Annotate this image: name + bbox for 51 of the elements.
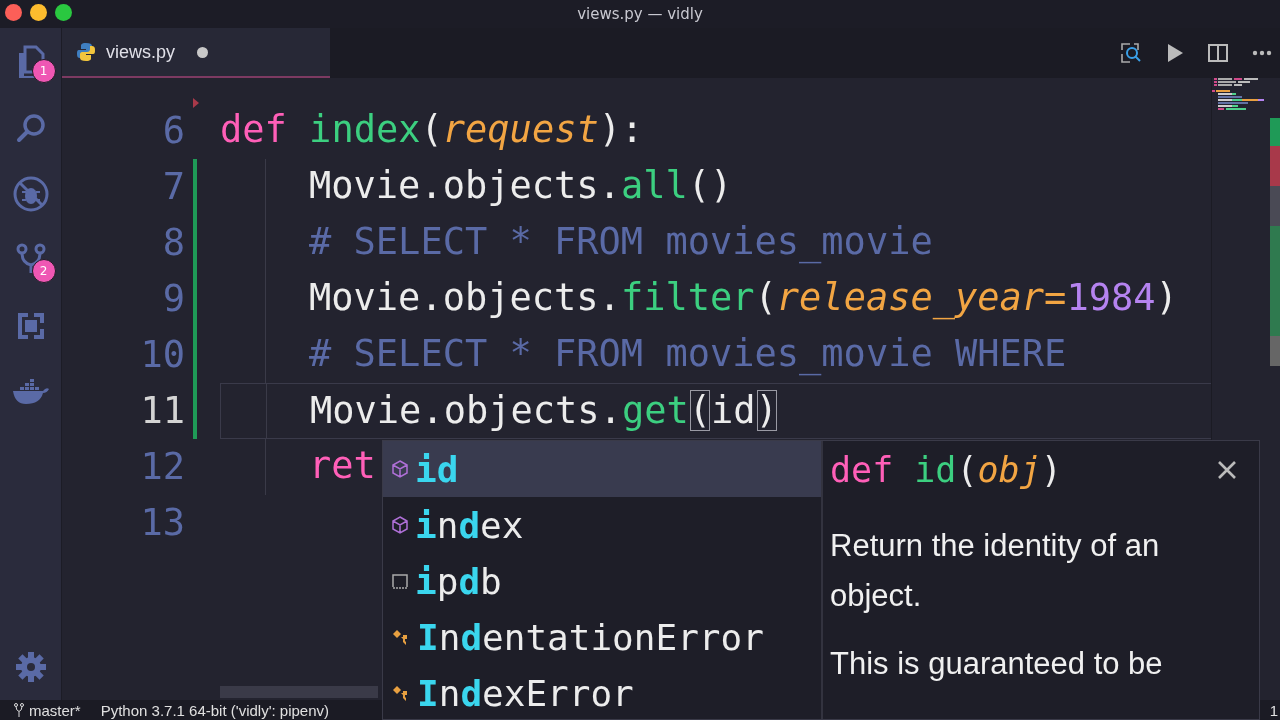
interpreter-status[interactable]: Python 3.7.1 64-bit ('vidly': pipenv): [100, 701, 330, 719]
documentation-text: This is guaranteed to be: [830, 645, 1164, 683]
count-badge: 1: [31, 59, 56, 83]
suggestion-item[interactable]: IndexError: [383, 665, 821, 720]
window-close-button[interactable]: [5, 4, 22, 21]
documentation-text: Return the identity of an object.: [830, 527, 1161, 615]
cursor-position[interactable]: 1: [1269, 702, 1278, 719]
class-icon: [392, 629, 410, 645]
whale-icon: [11, 379, 50, 405]
branch-icon: [14, 703, 24, 717]
suggestion-item[interactable]: ipdb: [383, 553, 821, 609]
settings-icon: [14, 651, 47, 683]
code-line: # SELECT * FROM movies_movie WHERE: [309, 331, 1067, 378]
line-number: 10: [139, 332, 185, 378]
code-line: # SELECT * FROM movies_movie: [309, 219, 933, 266]
line-number: 9: [161, 276, 185, 322]
line-number: 8: [161, 220, 185, 266]
line-number: 7: [161, 164, 185, 210]
line-number: 6: [161, 108, 185, 154]
python-icon: [76, 42, 96, 62]
count-badge: 2: [31, 259, 56, 283]
module-icon: [392, 573, 408, 589]
class-icon: [392, 685, 410, 701]
code-line: ret: [309, 443, 376, 489]
close-icon[interactable]: [1217, 460, 1237, 480]
suggestion-item[interactable]: id: [383, 441, 821, 497]
run-icon[interactable]: [1166, 43, 1184, 63]
window-zoom-button[interactable]: [55, 4, 72, 21]
line-number: 11: [139, 388, 185, 434]
search-icon: [14, 112, 47, 144]
split-editor-icon[interactable]: [1208, 44, 1228, 62]
code-line: Movie.objects.all(): [309, 163, 733, 209]
cube-icon: [392, 516, 408, 534]
search-icon[interactable]: [1120, 42, 1142, 64]
code-line: Movie.objects.get(id): [310, 388, 778, 434]
suggestion-item[interactable]: index: [383, 497, 821, 553]
horizontal-scrollbar[interactable]: [220, 686, 378, 698]
suggestion-item[interactable]: IndentationError: [383, 609, 821, 665]
cube-icon: [392, 460, 408, 478]
branch-status[interactable]: master*: [14, 701, 81, 719]
editor-tab[interactable]: views.py: [62, 28, 330, 78]
function-signature: def id(obj): [830, 450, 1062, 490]
extensions-icon: [15, 311, 46, 341]
window-minimize-button[interactable]: [30, 4, 47, 21]
debug-icon: [12, 176, 49, 212]
line-number: 12: [139, 444, 185, 490]
window-title: views.py — vidly: [577, 5, 703, 23]
more-icon[interactable]: [1252, 50, 1272, 56]
code-line: def index(request):: [220, 107, 644, 153]
line-number: 13: [139, 500, 185, 546]
code-line: Movie.objects.filter(release_year=1984): [309, 275, 1178, 322]
